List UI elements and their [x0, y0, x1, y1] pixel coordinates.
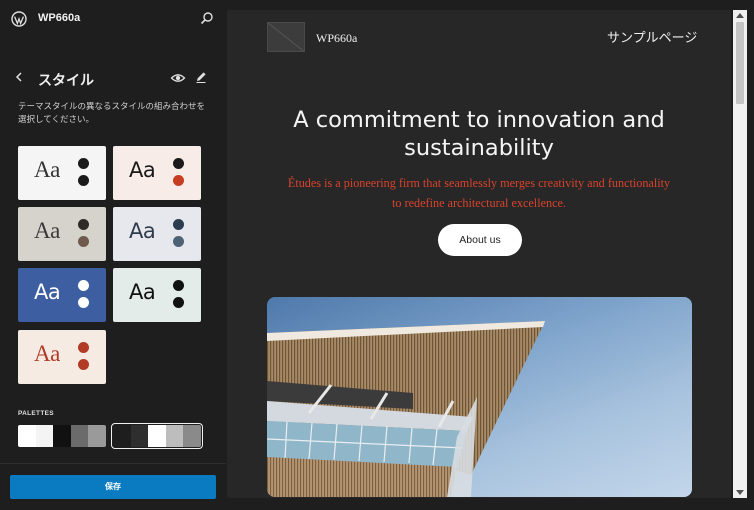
style-variation-color-dot	[78, 219, 89, 230]
style-variation-color-dot	[78, 175, 89, 186]
style-variation-sample-text: Aa	[34, 157, 60, 182]
style-variation-sample-text: Aa	[34, 218, 60, 243]
sidebar-topbar: WP660a	[0, 0, 226, 38]
eye-icon[interactable]	[170, 71, 186, 85]
site-preview[interactable]: WP660a サンプルページ A commitment to innovatio…	[227, 10, 731, 498]
style-variation-sample-text: Aa	[34, 280, 61, 304]
style-variation-sample-text: Aa	[129, 158, 156, 182]
styles-sidebar: WP660a スタイル テーマスタイルの異なるスタイルの組み合わせを選択してくだ…	[0, 0, 226, 510]
panel-title: スタイル	[38, 72, 94, 88]
style-variation-color-dot	[78, 280, 89, 291]
building-illustration	[267, 321, 545, 497]
palette-option[interactable]	[111, 423, 203, 449]
style-variation-color-dot	[78, 236, 89, 247]
palette-swatch	[88, 425, 106, 447]
style-variation-sample-text: Aa	[129, 219, 156, 243]
style-variation-color-dot	[173, 175, 184, 186]
style-variation-sample-text: Aa	[129, 280, 156, 304]
hero-building-image	[267, 297, 692, 497]
palette-option[interactable]	[18, 425, 106, 447]
scroll-thumb[interactable]	[736, 22, 744, 104]
site-name[interactable]: WP660a	[38, 12, 80, 24]
sidebar-divider	[0, 463, 226, 464]
logo-placeholder-icon	[268, 23, 304, 51]
pencil-icon[interactable]	[194, 70, 208, 84]
style-variation-color-dot	[78, 158, 89, 169]
style-variation-card[interactable]: Aa	[113, 146, 201, 200]
about-us-button[interactable]: About us	[438, 224, 522, 256]
scroll-down-arrow-icon[interactable]	[736, 490, 744, 495]
palette-swatch	[148, 425, 166, 447]
palette-swatch	[53, 425, 71, 447]
style-variation-card[interactable]: Aa	[113, 268, 201, 322]
style-variation-color-dot	[173, 280, 184, 291]
style-variation-color-dot	[173, 297, 184, 308]
style-variation-color-dot	[173, 219, 184, 230]
style-variation-color-dot	[78, 359, 89, 370]
style-variation-color-dot	[78, 297, 89, 308]
palette-swatch	[130, 425, 149, 447]
style-variation-card[interactable]: Aa	[113, 207, 201, 261]
style-variation-color-dot	[173, 236, 184, 247]
save-button[interactable]: 保存	[10, 475, 216, 499]
style-variation-card[interactable]: Aa	[18, 207, 106, 261]
palette-swatch	[18, 425, 36, 447]
nav-item-sample-page[interactable]: サンプルページ	[607, 27, 697, 46]
styles-description: テーマスタイルの異なるスタイルの組み合わせを選択してください。	[18, 101, 206, 124]
style-variation-color-dot	[78, 342, 89, 353]
palette-swatch	[165, 425, 184, 447]
palette-swatch	[183, 425, 201, 447]
palette-swatch	[35, 425, 54, 447]
preview-scrollbar[interactable]	[733, 10, 747, 498]
palette-swatch	[70, 425, 89, 447]
style-variation-card[interactable]: Aa	[18, 268, 106, 322]
site-logo	[267, 22, 305, 52]
palettes-label: PALETTES	[18, 410, 54, 417]
style-variation-color-dot	[173, 158, 184, 169]
search-icon[interactable]	[200, 11, 214, 25]
chevron-left-icon[interactable]	[12, 70, 26, 84]
hero-title: A commitment to innovation and sustainab…	[293, 107, 665, 161]
style-variation-sample-text: Aa	[34, 341, 60, 366]
palette-swatch	[113, 425, 131, 447]
scroll-up-arrow-icon[interactable]	[736, 13, 744, 18]
preview-site-title[interactable]: WP660a	[316, 31, 357, 46]
wordpress-logo-icon[interactable]	[11, 11, 27, 27]
hero-text: Études is a pioneering firm that seamles…	[287, 176, 671, 210]
style-variation-card[interactable]: Aa	[18, 330, 106, 384]
panel-header: スタイル	[0, 66, 226, 90]
style-variation-card[interactable]: Aa	[18, 146, 106, 200]
